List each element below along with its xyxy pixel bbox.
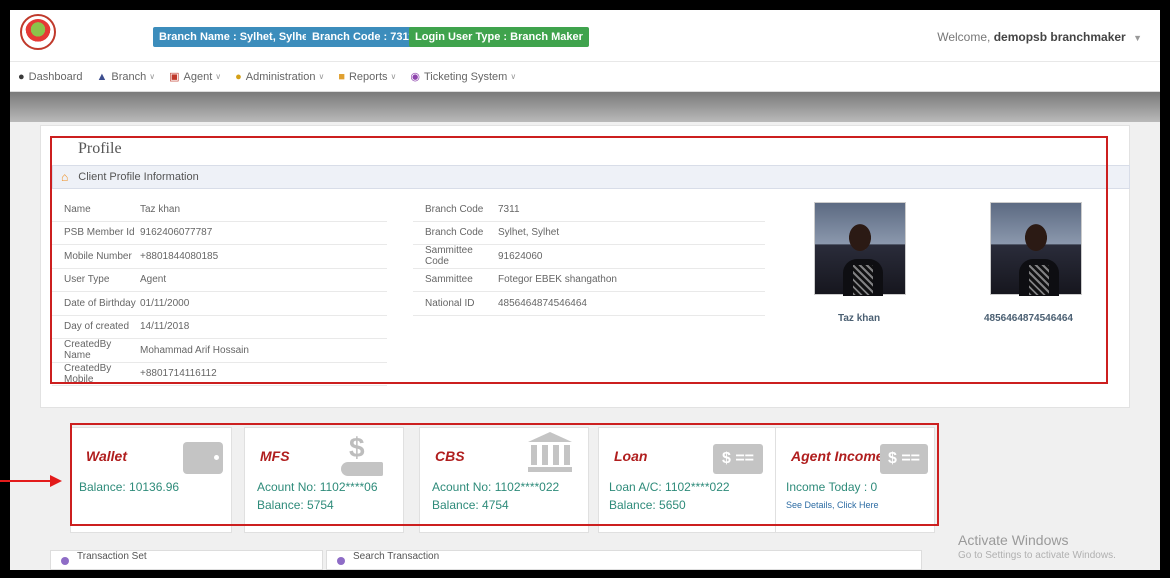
nav-label: Agent (183, 70, 213, 83)
nav-label: Administration (245, 70, 316, 83)
nav-ticketing[interactable]: ◉ Ticketing System ∨ (410, 70, 517, 84)
nav-administration[interactable]: ● Administration ∨ (235, 71, 324, 83)
chevron-down-icon: ∨ (318, 72, 325, 81)
branch-name-badge: Branch Name : Sylhet, Sylhet (153, 27, 318, 47)
activate-windows-watermark: Activate Windows (958, 532, 1069, 548)
activate-windows-subtext: Go to Settings to activate Windows. (958, 550, 1116, 561)
ticket-icon: ◉ (410, 71, 420, 83)
panel-icon (61, 557, 69, 565)
panel-title: Search Transaction (353, 551, 440, 562)
logo[interactable] (20, 14, 56, 50)
annotation-arrow (0, 480, 52, 482)
nav-label: Ticketing System (423, 70, 508, 83)
cards-highlight-box (70, 423, 939, 526)
annotation-arrow-head (50, 475, 62, 487)
header-band (10, 92, 1160, 122)
nav-reports[interactable]: ■ Reports ∨ (338, 71, 396, 83)
top-bar: Branch Name : Sylhet, Sylhet Branch Code… (10, 10, 1160, 62)
nav-label: Branch (111, 70, 147, 83)
search-transaction-panel[interactable]: Search Transaction (326, 550, 922, 570)
chevron-down-icon: ▼ (1133, 33, 1142, 43)
branch-code-badge: Branch Code : 7311 (306, 27, 421, 47)
user-type-badge: Login User Type : Branch Maker (409, 27, 589, 47)
nav-label: Reports (348, 70, 388, 83)
cart-icon: ▣ (169, 71, 180, 83)
chevron-down-icon: ∨ (510, 72, 517, 81)
user-icon: ● (235, 70, 242, 83)
nav-agent[interactable]: ▣ Agent ∨ (169, 70, 222, 84)
main-nav: ● Dashboard ▲ Branch ∨ ▣ Agent ∨ ● Admin… (10, 62, 1160, 92)
profile-highlight-box (50, 136, 1108, 384)
app-window: Branch Name : Sylhet, Sylhet Branch Code… (10, 10, 1160, 570)
chevron-down-icon: ∨ (149, 72, 156, 81)
panel-title: Transaction Set (77, 551, 147, 562)
welcome-user: demopsb branchmaker (993, 30, 1126, 44)
welcome-menu[interactable]: Welcome, demopsb branchmaker ▼ (937, 30, 1142, 44)
dashboard-icon: ● (18, 70, 25, 83)
bank-icon: ▲ (96, 70, 108, 83)
nav-branch[interactable]: ▲ Branch ∨ (96, 71, 155, 83)
chevron-down-icon: ∨ (215, 72, 222, 81)
panel-icon (337, 557, 345, 565)
nav-dashboard[interactable]: ● Dashboard (18, 71, 82, 83)
chevron-down-icon: ∨ (390, 72, 397, 81)
welcome-prefix: Welcome, (937, 30, 991, 44)
transaction-set-panel[interactable]: Transaction Set (50, 550, 323, 570)
file-icon: ■ (338, 70, 345, 83)
nav-label: Dashboard (28, 70, 83, 83)
